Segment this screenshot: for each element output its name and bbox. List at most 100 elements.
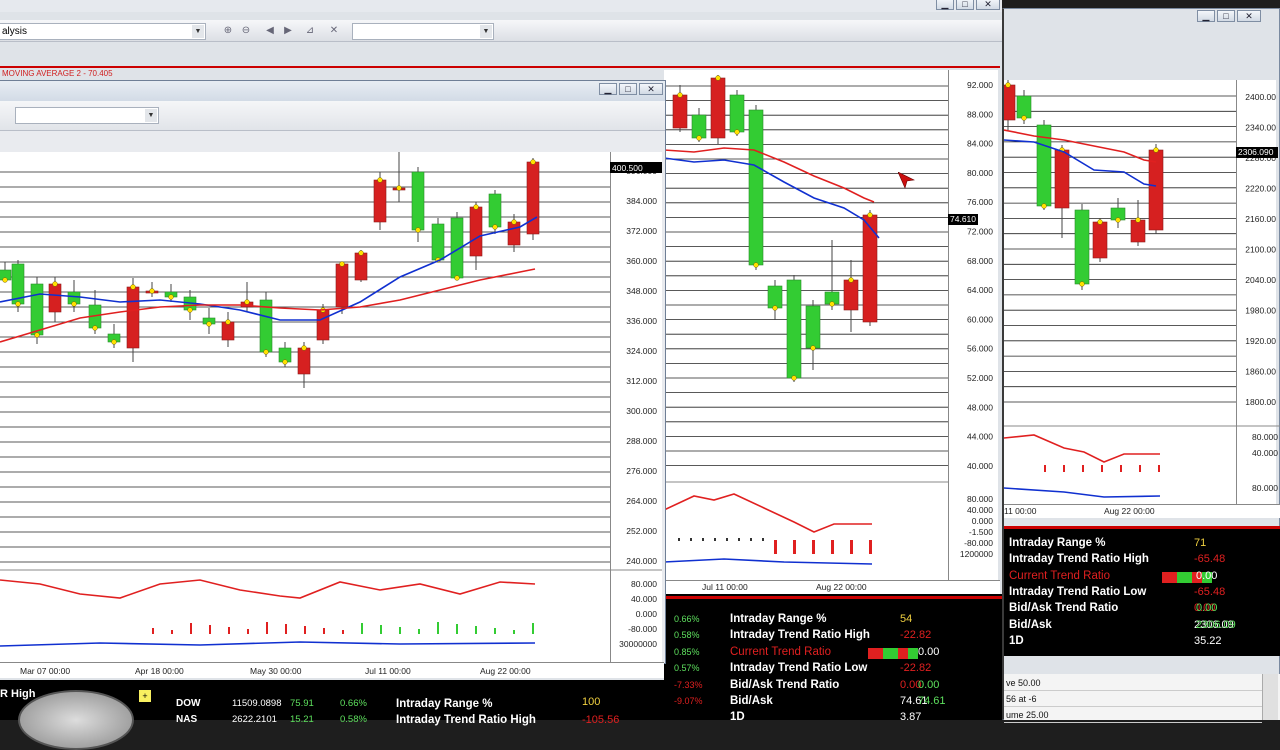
interval-combo[interactable]: ▼ (352, 23, 494, 40)
indicator-label: MOVING AVERAGE 2 - 70.405 (2, 69, 113, 78)
candle-down (526, 161, 540, 235)
candle-marker (52, 281, 58, 287)
candle-up (748, 109, 764, 266)
ticker-price: 11509.0898 (232, 698, 282, 709)
histogram-bar (323, 628, 325, 634)
front-symbol-combo[interactable]: ▼ (15, 107, 159, 124)
close-button[interactable]: ✕ (639, 83, 663, 95)
metric-label: 1D (1009, 634, 1024, 647)
indicator-strip (0, 66, 1000, 68)
minimize-button[interactable]: ▁ (599, 83, 617, 95)
chart-style-icon[interactable]: ⊿ (302, 23, 318, 39)
zoom-out-icon[interactable]: ⊖ (238, 23, 254, 39)
candle-down (354, 252, 368, 281)
price-tick: 300.000 (626, 406, 657, 416)
candle-down (843, 279, 859, 311)
change-percent: 0.66% (674, 614, 700, 624)
metric-label: 1D (730, 711, 745, 724)
price-tick: 40.000 (967, 461, 993, 471)
chevron-down-icon[interactable]: ▼ (145, 109, 157, 122)
ma-blue-line (1004, 139, 1157, 187)
minimize-button[interactable]: ▁ (936, 0, 954, 10)
maximize-button[interactable]: □ (619, 83, 637, 95)
metric-label: Intraday Range % (1009, 537, 1106, 549)
volume-line (1004, 487, 1161, 498)
date-tick: Jul 11 00:00 (365, 666, 411, 676)
main-toolbar: alysis ▼ ⊕ ⊖ ◀ ▶ ⊿ ✕ ▼ (0, 20, 1002, 42)
candle-marker (415, 227, 421, 233)
candle-down (48, 283, 62, 313)
price-tick: 2400.00 (1245, 92, 1276, 102)
histogram-bar (1082, 465, 1084, 472)
zoom-in-icon[interactable]: ⊕ (220, 23, 236, 39)
scroll-right-icon[interactable]: ▶ (280, 23, 296, 39)
indicator-tick: 30000000 (619, 639, 657, 649)
chevron-down-icon[interactable]: ▼ (192, 25, 204, 38)
histogram-dot (690, 538, 692, 541)
analysis-combo[interactable]: alysis ▼ (0, 23, 206, 40)
histogram-bar (456, 624, 458, 634)
list-item[interactable]: ume 25.00 (1004, 708, 1262, 723)
indicator-tick: 0.000 (636, 609, 658, 619)
close-button[interactable]: ✕ (1237, 10, 1261, 22)
metric-value: 54 (900, 613, 913, 625)
price-tick: 48.000 (967, 402, 993, 412)
price-tick: 80.000 (967, 168, 993, 178)
crosshair-icon[interactable]: ✕ (326, 23, 342, 39)
price-tick: 252.000 (626, 526, 657, 536)
histogram-bar (1101, 465, 1103, 472)
price-tick: 92.000 (967, 80, 993, 90)
right-window-controls: ▁ □ ✕ (1197, 10, 1261, 22)
price-tick: 2340.00 (1245, 123, 1276, 133)
candle-up (30, 283, 44, 336)
candle-down (335, 263, 349, 308)
candle-marker (187, 307, 193, 313)
histogram-bar (1063, 465, 1065, 472)
candle-marker (1115, 217, 1121, 223)
candle-up (729, 94, 745, 133)
candle-marker (1005, 82, 1011, 88)
bottom-range-value: 100 (582, 696, 601, 708)
scroll-left-icon[interactable]: ◀ (262, 23, 278, 39)
change-percent: -7.33% (674, 679, 703, 690)
maximize-button[interactable]: □ (1217, 10, 1235, 22)
price-tick: 336.000 (626, 316, 657, 326)
histogram-bar (399, 627, 401, 634)
candle-down (672, 94, 688, 129)
candle-up (1074, 209, 1090, 285)
price-tick: 2220.00 (1245, 184, 1276, 194)
histogram-dot (738, 538, 740, 541)
add-button[interactable]: + (139, 690, 151, 702)
front-toolbar: ▼ (0, 101, 665, 131)
histogram-bar (304, 626, 306, 634)
price-tick: 372.000 (626, 226, 657, 236)
price-tick: 348.000 (626, 286, 657, 296)
chevron-down-icon[interactable]: ▼ (480, 25, 492, 38)
candle-marker (473, 204, 479, 210)
price-tick: 1980.00 (1245, 306, 1276, 316)
price-tag: 74.610 (950, 214, 976, 224)
minimize-button[interactable]: ▁ (1197, 10, 1215, 22)
gauge-label: R High (0, 688, 36, 700)
indicator-tick: 80.000 (967, 494, 993, 504)
candle-marker (168, 294, 174, 300)
indicator-line (1004, 434, 1160, 463)
maximize-button[interactable]: □ (956, 0, 974, 10)
price-tick: 68.000 (967, 256, 993, 266)
indicator-tick: 80.000 (631, 579, 657, 589)
metric-value: 71 (1194, 537, 1207, 549)
list-item[interactable]: 56 at -6 (1004, 692, 1262, 707)
metric-value-secondary: 0.00 (918, 678, 940, 691)
main-window-controls: ▁ □ ✕ (936, 0, 1000, 10)
list-item[interactable]: ve 50.00 (1004, 676, 1262, 691)
histogram-dot (762, 538, 764, 541)
date-tick: Jul 11 00:00 (702, 582, 748, 592)
histogram-bar (1158, 465, 1160, 472)
candle-down (1092, 221, 1108, 259)
cursor-icon (898, 172, 915, 189)
scrollbar[interactable] (1262, 674, 1278, 720)
candle-up (786, 279, 802, 379)
close-button[interactable]: ✕ (976, 0, 1000, 10)
histogram-bar (494, 628, 496, 634)
candle-down (507, 221, 521, 246)
